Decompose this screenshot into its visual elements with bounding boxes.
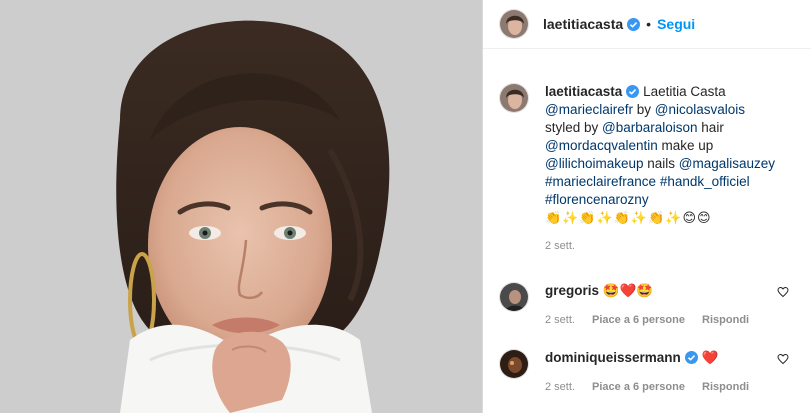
comment-item: gregoris 🤩❤️🤩 2 sett. Piace a 6 persone …	[499, 282, 795, 329]
portrait-image	[0, 0, 482, 413]
verified-badge-icon	[626, 85, 640, 98]
author-avatar[interactable]	[499, 9, 529, 39]
author-username[interactable]: laetitiacasta	[543, 16, 623, 32]
caption-username[interactable]: laetitiacasta	[545, 84, 622, 99]
caption-emojis: 👏✨👏✨👏✨👏✨😊😊	[545, 210, 712, 225]
comment-reply-button[interactable]: Rispondi	[702, 314, 749, 326]
post-photo[interactable]	[0, 0, 482, 413]
comment-time: 2 sett.	[545, 381, 575, 393]
caption-text-styled: styled by	[545, 120, 603, 135]
comment-body: dominiqueissermann ❤️ 2 sett. Piace a 6 …	[545, 349, 763, 396]
avatar-image	[500, 84, 528, 112]
caption-block: laetitiacasta Laetitia Casta @marieclair…	[483, 49, 811, 255]
heart-outline-icon[interactable]	[777, 353, 789, 365]
mention-lilichoimakeup[interactable]: @lilichoimakeup	[545, 156, 644, 171]
comment-likes-count[interactable]: Piace a 6 persone	[592, 381, 685, 393]
caption-text: laetitiacasta Laetitia Casta @marieclair…	[545, 83, 785, 255]
comment-avatar[interactable]	[499, 349, 529, 379]
comment-likes-count[interactable]: Piace a 6 persone	[592, 314, 685, 326]
avatar-image	[500, 350, 528, 378]
post-side-panel: laetitiacasta • Segui laetitiacasta Laet…	[482, 0, 811, 413]
comment-text: ❤️	[701, 350, 719, 365]
follow-button[interactable]: Segui	[657, 16, 695, 32]
hashtag-florencenarozny[interactable]: #florencenarozny	[545, 192, 649, 207]
comment-body: gregoris 🤩❤️🤩 2 sett. Piace a 6 persone …	[545, 282, 763, 329]
mention-magalisauzey[interactable]: @magalisauzey	[679, 156, 775, 171]
avatar-image	[500, 10, 528, 38]
verified-badge-icon	[684, 351, 698, 364]
caption-text-nails: nails	[643, 156, 679, 171]
hashtag-handk-officiel[interactable]: #handk_officiel	[660, 174, 750, 189]
hashtag-marieclairefrance[interactable]: #marieclairefrance	[545, 174, 656, 189]
comment-meta: 2 sett. Piace a 6 persone Rispondi	[545, 311, 763, 329]
comment-meta: 2 sett. Piace a 6 persone Rispondi	[545, 378, 763, 396]
post-header: laetitiacasta • Segui	[483, 0, 811, 49]
header-separator: •	[646, 16, 652, 32]
mention-barbaraloison[interactable]: @barbaraloison	[602, 120, 698, 135]
caption-text-hair: hair	[697, 120, 724, 135]
comment-username[interactable]: dominiqueissermann	[545, 350, 681, 365]
caption-display-name: Laetitia Casta	[643, 84, 726, 99]
caption-text-by: by	[632, 102, 655, 117]
caption-text-makeup: make up	[657, 138, 714, 153]
comment-item: dominiqueissermann ❤️ 2 sett. Piace a 6 …	[499, 349, 795, 396]
heart-outline-icon[interactable]	[777, 286, 789, 298]
mention-mordacqvalentin[interactable]: @mordacqvalentin	[545, 138, 658, 153]
mention-marieclairefr[interactable]: @marieclairefr	[545, 102, 633, 117]
comment-username[interactable]: gregoris	[545, 283, 599, 298]
comment-text: 🤩❤️🤩	[602, 283, 654, 298]
instagram-post: laetitiacasta • Segui laetitiacasta Laet…	[0, 0, 811, 413]
comment-time: 2 sett.	[545, 314, 575, 326]
caption-time: 2 sett.	[545, 240, 575, 252]
mention-nicolasvalois[interactable]: @nicolasvalois	[655, 102, 745, 117]
caption-avatar[interactable]	[499, 83, 529, 113]
comment-avatar[interactable]	[499, 282, 529, 312]
verified-badge-icon	[627, 17, 641, 31]
comment-reply-button[interactable]: Rispondi	[702, 381, 749, 393]
avatar-image	[500, 283, 528, 311]
